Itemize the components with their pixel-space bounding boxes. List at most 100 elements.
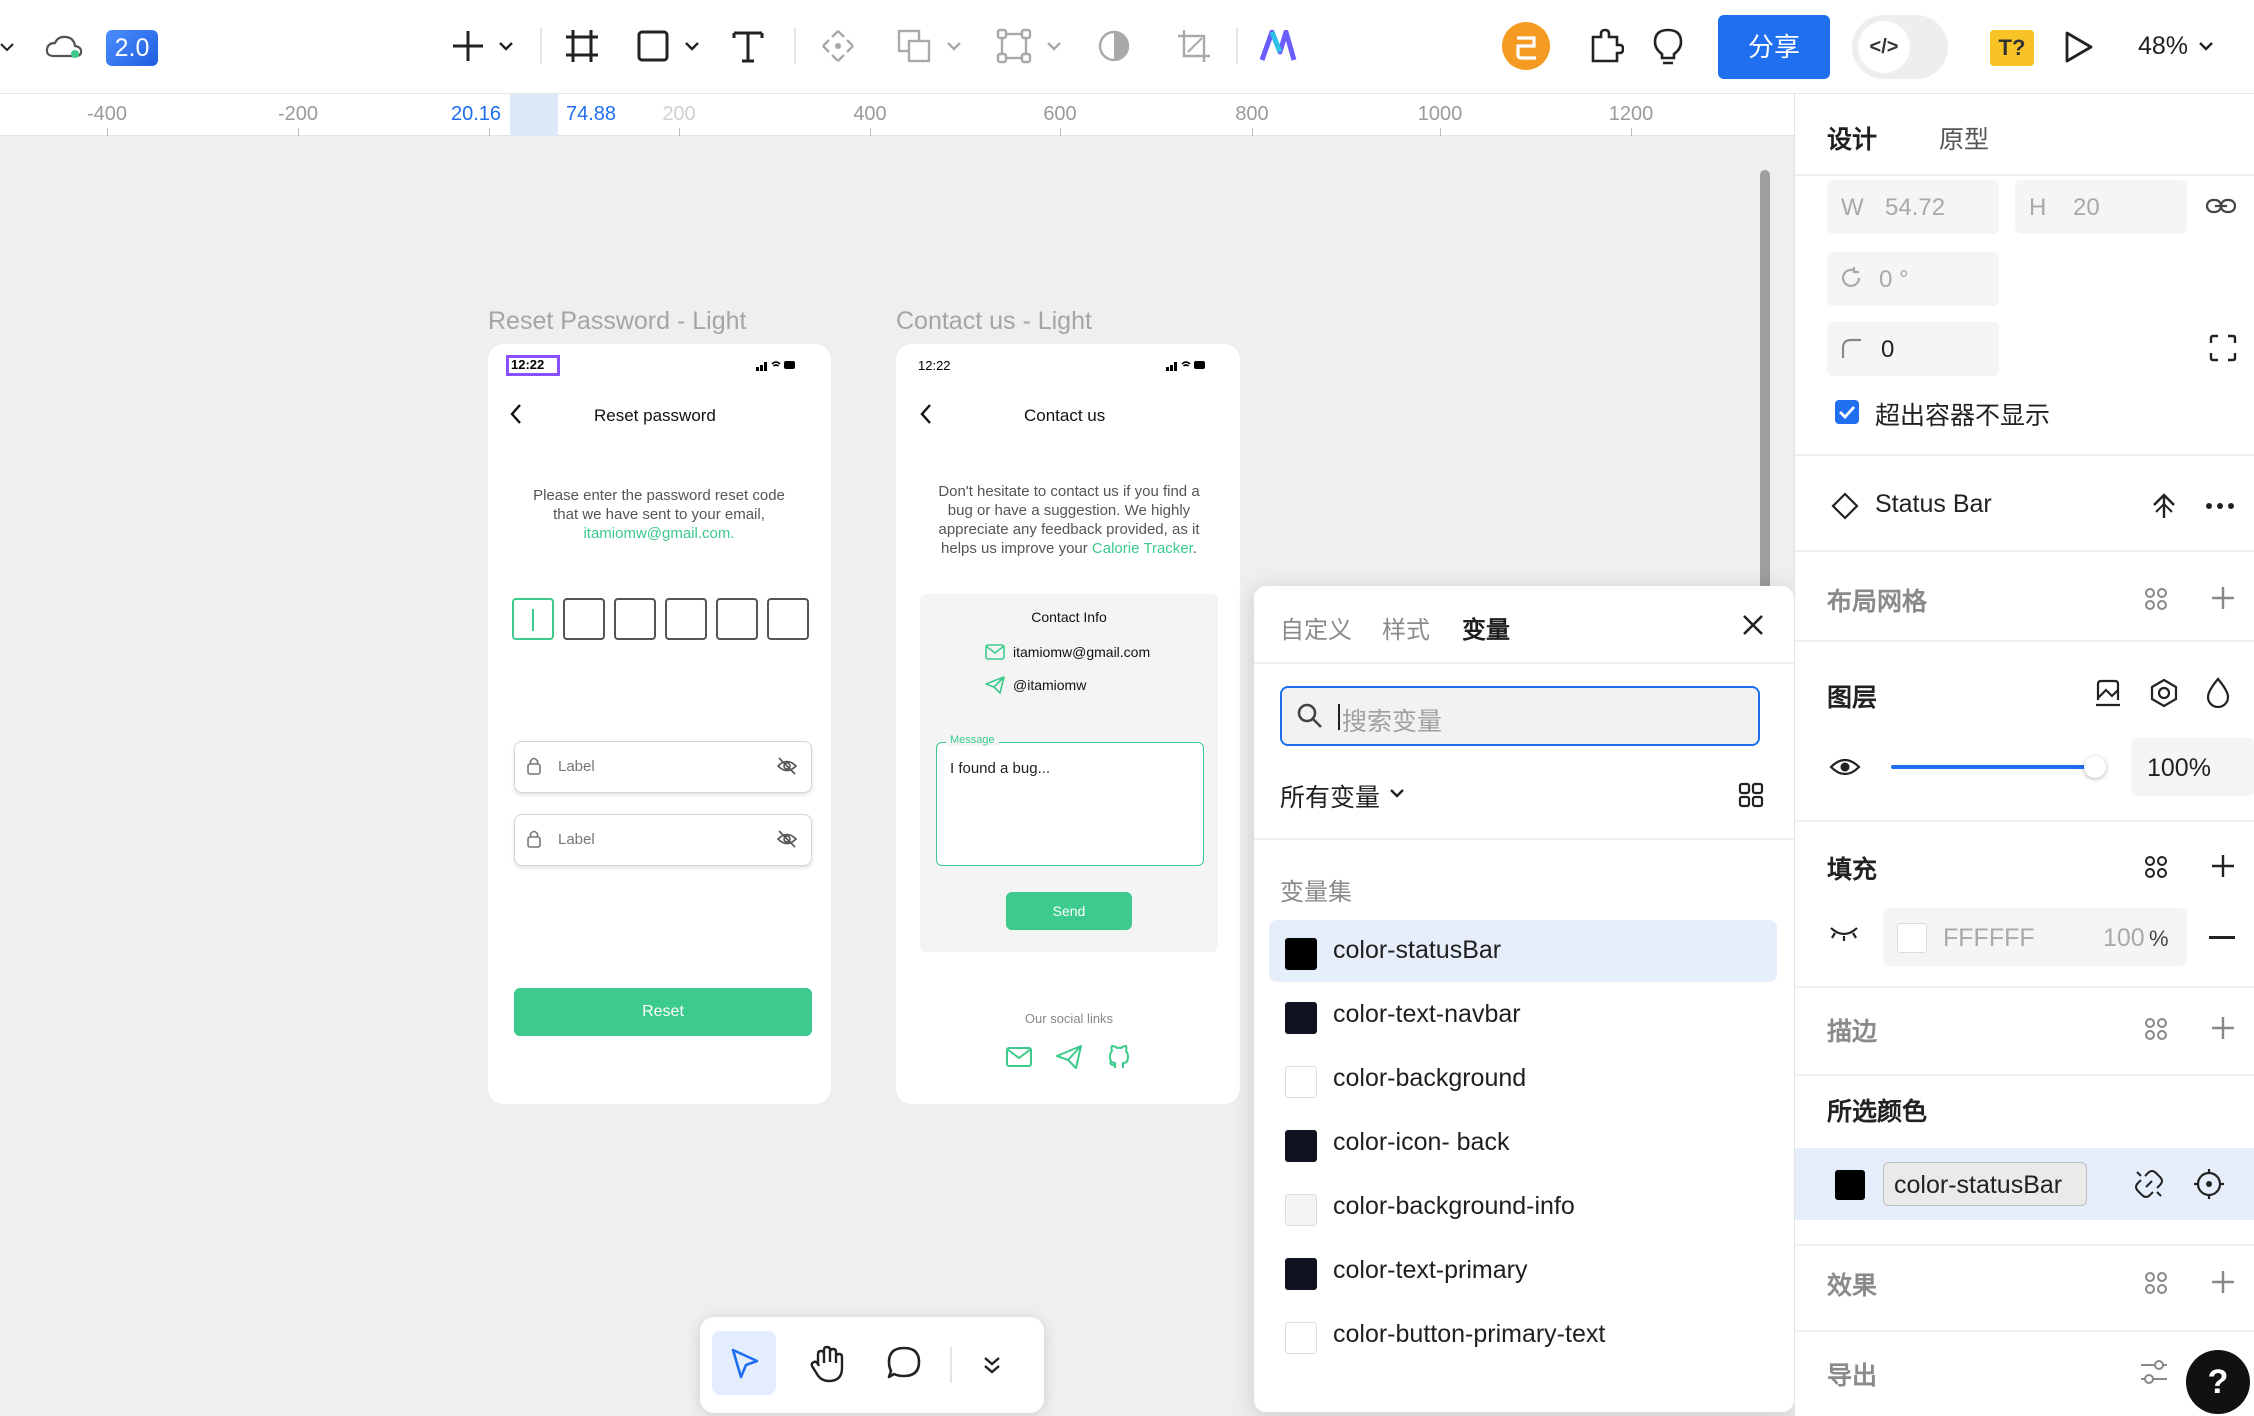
corner-radius-input[interactable]: 0: [1827, 322, 1999, 376]
chevron-down-icon[interactable]: [684, 40, 700, 52]
variable-row[interactable]: color-text-primary: [1269, 1240, 1777, 1302]
double-chevron-down-icon[interactable]: [982, 1355, 1002, 1375]
help-icon[interactable]: ?: [2186, 1350, 2250, 1414]
variable-row[interactable]: color-button-primary-text: [1269, 1304, 1777, 1366]
telegram-icon[interactable]: [1056, 1045, 1082, 1069]
otp-box[interactable]: [716, 598, 758, 640]
back-icon[interactable]: [918, 402, 934, 426]
frame-title-contact-us[interactable]: Contact us - Light: [896, 307, 1092, 336]
share-button[interactable]: 分享: [1718, 15, 1830, 79]
selected-color-swatch[interactable]: [1835, 1170, 1865, 1200]
opacity-input[interactable]: 100%: [2131, 738, 2254, 796]
comment-icon[interactable]: [886, 1345, 922, 1381]
hand-icon[interactable]: [808, 1345, 846, 1383]
mask-icon[interactable]: [1096, 28, 1132, 64]
go-to-main-component-icon[interactable]: [2149, 490, 2179, 522]
tab-styles[interactable]: 样式: [1382, 610, 1430, 645]
eye-off-icon[interactable]: [776, 757, 798, 775]
send-button[interactable]: Send: [1006, 892, 1132, 930]
remove-fill-icon[interactable]: [2209, 936, 2235, 939]
search-input[interactable]: 搜索变量: [1342, 702, 1442, 738]
chevron-down-icon[interactable]: [0, 40, 14, 54]
style-grid-icon[interactable]: [2143, 586, 2169, 612]
plugin-icon[interactable]: [1588, 28, 1624, 64]
grid-icon[interactable]: [1738, 782, 1764, 808]
github-icon[interactable]: [1106, 1044, 1132, 1070]
play-icon[interactable]: [2062, 30, 2094, 64]
plus-icon[interactable]: [450, 28, 486, 64]
canvas-scrollbar[interactable]: [1760, 170, 1770, 600]
width-input[interactable]: W 54.72: [1827, 180, 1999, 234]
chevron-down-icon[interactable]: [1046, 40, 1062, 52]
plus-icon[interactable]: [2209, 852, 2237, 880]
variable-search[interactable]: 搜索变量: [1280, 686, 1760, 746]
boolean-icon[interactable]: [896, 28, 932, 64]
opacity-slider-thumb[interactable]: [2083, 756, 2106, 778]
tab-design[interactable]: 设计: [1827, 120, 1877, 156]
plus-icon[interactable]: [2209, 1014, 2237, 1042]
eye-icon[interactable]: [1829, 756, 1861, 778]
plus-icon[interactable]: [2209, 584, 2237, 612]
ai-logo-icon[interactable]: [1258, 30, 1298, 62]
otp-box[interactable]: [767, 598, 809, 640]
variable-row[interactable]: color-text-navbar: [1269, 984, 1777, 1046]
contact-handle[interactable]: @itamiomw: [1013, 677, 1086, 693]
move-tool-button[interactable]: [712, 1331, 776, 1395]
component-property-icon[interactable]: [2149, 678, 2179, 708]
settings-sliders-icon[interactable]: [2139, 1358, 2169, 1386]
rotation-input[interactable]: 0 °: [1827, 252, 1999, 306]
zoom-level[interactable]: 48%: [2138, 32, 2188, 61]
independent-corners-icon[interactable]: [2209, 334, 2237, 362]
select-matching-icon[interactable]: [2193, 1168, 2225, 1200]
plus-icon[interactable]: [2209, 1268, 2237, 1296]
chevron-down-icon[interactable]: [2198, 40, 2214, 52]
version-badge[interactable]: 2.0: [106, 30, 158, 66]
back-icon[interactable]: [508, 402, 524, 426]
variable-chip[interactable]: color-statusBar: [1883, 1162, 2087, 1206]
otp-box[interactable]: [563, 598, 605, 640]
frame-icon[interactable]: [564, 28, 600, 64]
tab-variables[interactable]: 变量: [1462, 610, 1510, 645]
style-grid-icon[interactable]: [2143, 854, 2169, 880]
otp-box[interactable]: [614, 598, 656, 640]
contact-email[interactable]: itamiomw@gmail.com: [1013, 644, 1150, 660]
calorie-tracker-link[interactable]: Calorie Tracker: [1092, 540, 1193, 557]
selected-color-row[interactable]: color-statusBar: [1795, 1148, 2254, 1220]
height-input[interactable]: H 20: [2015, 180, 2187, 234]
fill-swatch[interactable]: [1897, 923, 1927, 953]
move-icon[interactable]: [820, 28, 856, 64]
detach-variable-icon[interactable]: [2135, 1170, 2163, 1198]
otp-box[interactable]: [665, 598, 707, 640]
chevron-down-icon[interactable]: [1388, 786, 1406, 800]
reset-button[interactable]: Reset: [514, 988, 812, 1036]
bulb-icon[interactable]: [1652, 28, 1684, 66]
link-icon[interactable]: [2205, 194, 2237, 218]
eye-off-icon[interactable]: [776, 830, 798, 848]
chevron-down-icon[interactable]: [946, 40, 962, 52]
variable-row[interactable]: color-icon- back: [1269, 1112, 1777, 1174]
blend-mode-icon[interactable]: [2093, 678, 2123, 708]
cloud-sync-icon[interactable]: [44, 32, 84, 62]
eye-hidden-icon[interactable]: [1829, 924, 1859, 942]
dev-mode-toggle[interactable]: </>: [1852, 15, 1948, 79]
otp-box-active[interactable]: [512, 598, 554, 640]
chevron-down-icon[interactable]: [498, 40, 514, 52]
variables-filter-dropdown[interactable]: 所有变量: [1280, 778, 1380, 814]
style-grid-icon[interactable]: [2143, 1270, 2169, 1296]
opacity-slider[interactable]: [1891, 756, 2106, 778]
drop-icon[interactable]: [2205, 676, 2231, 708]
clip-content-checkbox[interactable]: [1835, 400, 1859, 424]
more-icon[interactable]: [2205, 502, 2235, 510]
variable-row[interactable]: color-background: [1269, 1048, 1777, 1110]
frame-title-reset-password[interactable]: Reset Password - Light: [488, 307, 746, 336]
variable-row[interactable]: color-background-info: [1269, 1176, 1777, 1238]
close-icon[interactable]: [1740, 612, 1766, 638]
crop-icon[interactable]: [1176, 28, 1212, 64]
avatar[interactable]: [1502, 22, 1550, 70]
tab-custom[interactable]: 自定义: [1280, 610, 1352, 645]
fill-color-input[interactable]: FFFFFF 100 %: [1883, 908, 2187, 966]
rectangle-icon[interactable]: [636, 29, 670, 63]
variable-row-selected[interactable]: color-statusBar: [1269, 920, 1777, 982]
style-grid-icon[interactable]: [2143, 1016, 2169, 1042]
reset-email-link[interactable]: itamiomw@gmail.com.: [520, 525, 798, 542]
